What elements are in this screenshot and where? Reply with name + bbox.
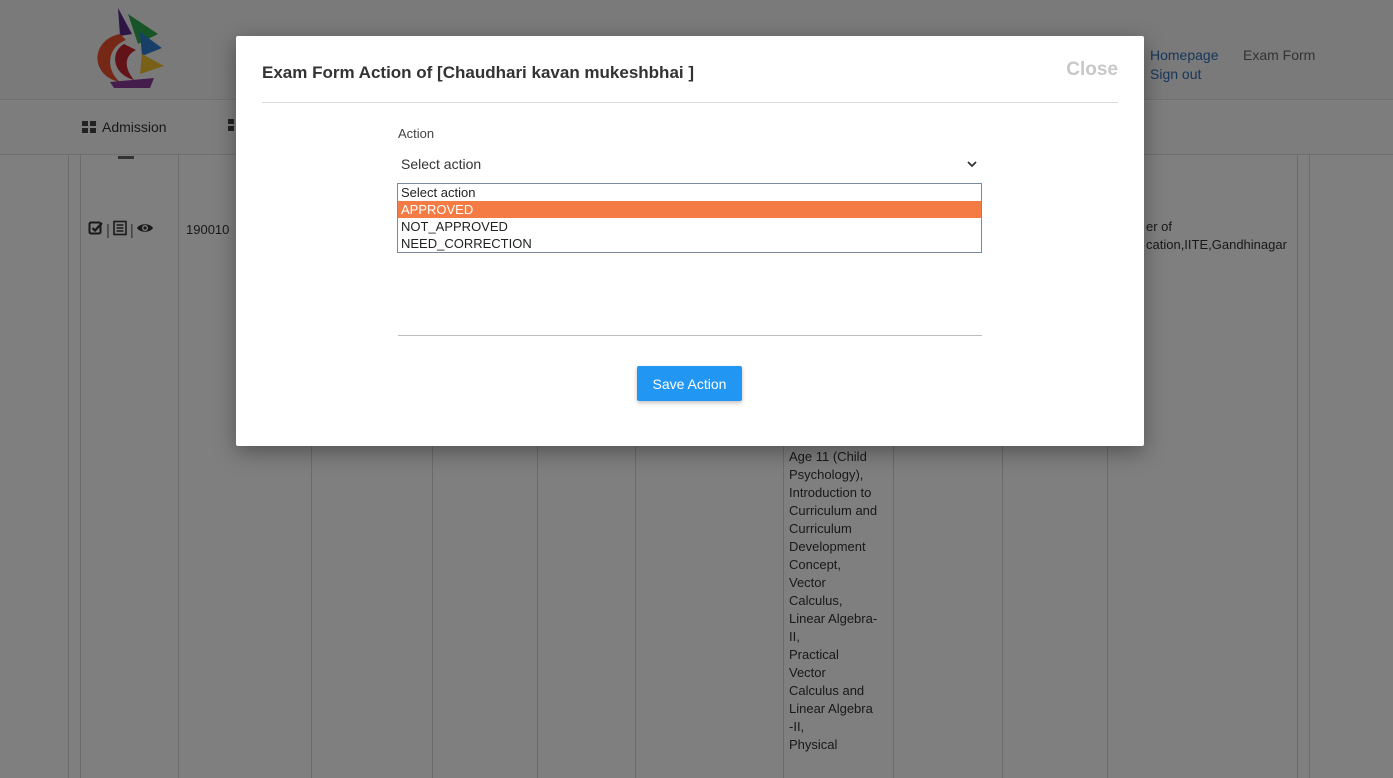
dropdown-option-not-approved[interactable]: NOT_APPROVED bbox=[398, 218, 981, 235]
dropdown-option-approved[interactable]: APPROVED bbox=[398, 201, 981, 218]
action-select[interactable]: Select action bbox=[398, 150, 982, 178]
action-label: Action bbox=[398, 126, 435, 141]
modal-title: Exam Form Action of [Chaudhari kavan muk… bbox=[262, 63, 695, 82]
dropdown-option-select-action[interactable]: Select action bbox=[398, 184, 981, 201]
dropdown-option-need-correction[interactable]: NEED_CORRECTION bbox=[398, 235, 981, 252]
selected-value: Select action bbox=[401, 156, 482, 172]
close-button[interactable]: Close bbox=[1066, 59, 1118, 81]
modal-divider bbox=[262, 102, 1118, 103]
save-action-button[interactable]: Save Action bbox=[637, 366, 742, 401]
action-dropdown-list: Select action APPROVED NOT_APPROVED NEED… bbox=[397, 183, 982, 253]
remark-field-underline bbox=[398, 335, 982, 336]
exam-form-action-modal: Exam Form Action of [Chaudhari kavan muk… bbox=[236, 36, 1144, 446]
